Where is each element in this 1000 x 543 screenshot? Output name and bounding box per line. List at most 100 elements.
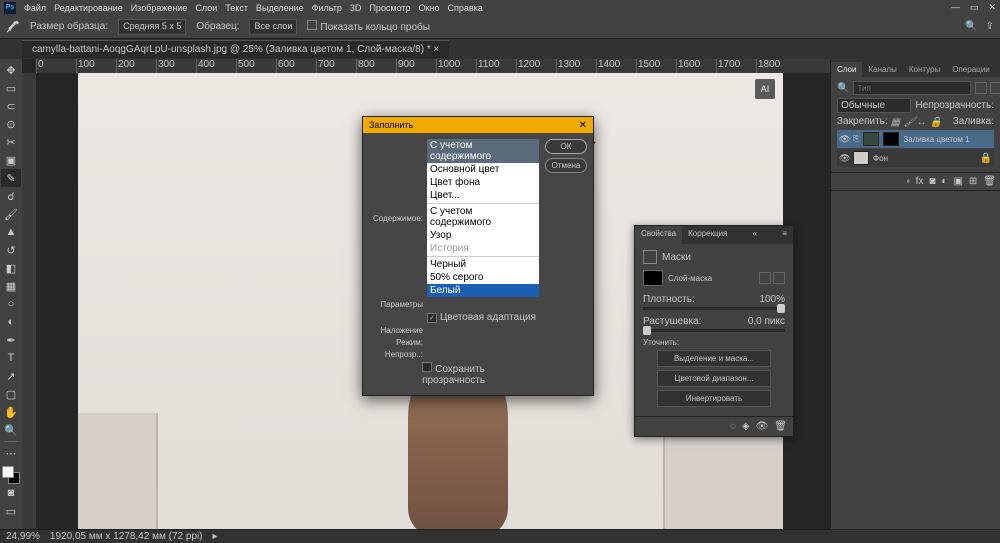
- layer-thumb[interactable]: [853, 151, 869, 165]
- adjustment-icon[interactable]: ◐: [941, 176, 947, 187]
- layer-thumb[interactable]: [863, 132, 879, 146]
- menu-text[interactable]: Текст: [225, 3, 248, 13]
- density-slider[interactable]: [643, 307, 785, 310]
- dropdown-option[interactable]: Черный: [427, 258, 539, 271]
- share-icon[interactable]: ⇪: [986, 21, 994, 32]
- layer-item[interactable]: 👁 ⎘ Заливка цветом 1: [837, 130, 994, 148]
- search-icon[interactable]: 🔍: [965, 21, 977, 32]
- quick-select-tool[interactable]: ⊙: [1, 115, 21, 133]
- heal-tool[interactable]: ☌: [1, 187, 21, 205]
- content-dropdown[interactable]: С учетом содержимого Основной цвет Цвет …: [427, 139, 539, 297]
- layer-item[interactable]: 👁 Фон 🔒: [837, 149, 994, 167]
- load-selection-icon[interactable]: ◌: [730, 421, 736, 432]
- tab-actions[interactable]: Операции: [946, 62, 995, 77]
- tab-layers[interactable]: Слои: [831, 62, 862, 77]
- lock-trans-icon[interactable]: ▦: [891, 117, 901, 127]
- tab-channels[interactable]: Каналы: [862, 62, 902, 77]
- eraser-tool[interactable]: ◧: [1, 259, 21, 277]
- tab-properties[interactable]: Свойства: [635, 226, 682, 244]
- feather-slider[interactable]: [643, 329, 785, 332]
- hand-tool[interactable]: ✋: [1, 403, 21, 421]
- delete-mask-icon[interactable]: 🗑: [774, 421, 787, 432]
- zoom-tool[interactable]: 🔍: [1, 421, 21, 439]
- dropdown-option[interactable]: Цвет фона: [427, 176, 539, 189]
- dropdown-option[interactable]: Цвет...: [427, 189, 539, 202]
- layer-name[interactable]: Заливка цветом 1: [903, 135, 969, 144]
- filter-adj-icon[interactable]: [990, 82, 1000, 94]
- pen-tool[interactable]: ✒: [1, 331, 21, 349]
- menu-layers[interactable]: Слои: [195, 3, 217, 13]
- dropdown-option-highlighted[interactable]: Белый: [427, 284, 539, 297]
- layer-name[interactable]: Фон: [873, 154, 888, 163]
- filter-pixel-icon[interactable]: [975, 82, 987, 94]
- lock-pos-icon[interactable]: ↔: [917, 117, 927, 127]
- layer-filter-input[interactable]: [853, 81, 971, 95]
- move-tool[interactable]: ✥: [1, 61, 21, 79]
- type-tool[interactable]: T: [1, 349, 21, 367]
- select-and-mask-button[interactable]: Выделение и маска...: [657, 350, 771, 367]
- ok-button[interactable]: ОК: [545, 139, 587, 154]
- cancel-button[interactable]: Отмена: [545, 158, 587, 173]
- dropdown-selected[interactable]: С учетом содержимого: [427, 139, 539, 163]
- show-ring-checkbox[interactable]: Показать кольцо пробы: [307, 20, 430, 33]
- group-icon[interactable]: ▣: [953, 176, 962, 187]
- sample-size-select[interactable]: Средняя 5 x 5: [118, 19, 186, 35]
- status-arrow-icon[interactable]: ▸: [213, 531, 218, 542]
- apply-mask-icon[interactable]: ◈: [742, 421, 750, 432]
- crop-tool[interactable]: ✂: [1, 133, 21, 151]
- lock-all-icon[interactable]: 🔒: [930, 117, 940, 127]
- feather-value[interactable]: 0,0 пикс: [748, 316, 785, 327]
- dropdown-option[interactable]: Основной цвет: [427, 163, 539, 176]
- color-range-button[interactable]: Цветовой диапазон...: [657, 370, 771, 387]
- panel-collapse-icon[interactable]: «: [747, 226, 763, 244]
- dodge-tool[interactable]: ◐: [1, 313, 21, 331]
- color-adapt-checkbox[interactable]: ✓Цветовая адаптация: [427, 312, 536, 323]
- vector-mask-icon[interactable]: [773, 272, 785, 284]
- menu-3d[interactable]: 3D: [350, 3, 362, 13]
- dialog-close-icon[interactable]: ✕: [579, 120, 587, 131]
- delete-icon[interactable]: 🗑: [983, 176, 996, 187]
- gradient-tool[interactable]: ▦: [1, 277, 21, 295]
- visibility-icon[interactable]: 👁: [839, 134, 849, 145]
- menu-file[interactable]: Файл: [24, 3, 46, 13]
- mask-icon[interactable]: ◙: [929, 176, 935, 187]
- link-layers-icon[interactable]: ⬫: [907, 176, 910, 187]
- mask-thumb[interactable]: [883, 132, 899, 146]
- disable-mask-icon[interactable]: 👁: [756, 421, 769, 432]
- history-brush-tool[interactable]: ↺: [1, 241, 21, 259]
- menu-edit[interactable]: Редактирование: [54, 3, 123, 13]
- dropdown-option[interactable]: С учетом содержимого: [427, 205, 539, 229]
- tab-history[interactable]: История: [996, 62, 1000, 77]
- window-restore-icon[interactable]: ▭: [970, 2, 979, 13]
- sample-select[interactable]: Все слои: [249, 19, 297, 35]
- eyedropper-tool[interactable]: ✎: [1, 169, 21, 187]
- tab-paths[interactable]: Контуры: [903, 62, 946, 77]
- menu-window[interactable]: Окно: [419, 3, 440, 13]
- marquee-tool[interactable]: ▭: [1, 79, 21, 97]
- lasso-tool[interactable]: ⊂: [1, 97, 21, 115]
- frame-tool[interactable]: ▣: [1, 151, 21, 169]
- filter-icon[interactable]: 🔍: [837, 83, 849, 94]
- blur-tool[interactable]: ○: [1, 295, 21, 313]
- invert-button[interactable]: Инвертировать: [657, 390, 771, 407]
- dropdown-option[interactable]: 50% серого: [427, 271, 539, 284]
- window-close-icon[interactable]: ✕: [988, 2, 996, 13]
- edit-toolbar[interactable]: ⋯: [1, 444, 21, 462]
- pixel-mask-icon[interactable]: [759, 272, 771, 284]
- dialog-titlebar[interactable]: Заполнить ✕: [363, 117, 593, 133]
- tab-adjustments[interactable]: Коррекция: [682, 226, 733, 244]
- mask-preview[interactable]: [643, 270, 663, 286]
- stamp-tool[interactable]: ▲: [1, 223, 21, 241]
- document-tab[interactable]: camylla-battani-AoqgGAqrLpU-unsplash.jpg…: [22, 40, 449, 58]
- menu-image[interactable]: Изображение: [131, 3, 188, 13]
- new-layer-icon[interactable]: ⊞: [969, 176, 977, 187]
- dropdown-option[interactable]: Узор: [427, 229, 539, 242]
- quick-mask-toggle[interactable]: ◙: [1, 484, 21, 502]
- panel-menu-icon[interactable]: ≡: [776, 226, 793, 244]
- blend-mode-select[interactable]: Обычные: [837, 98, 911, 113]
- menu-view[interactable]: Просмотр: [369, 3, 410, 13]
- path-tool[interactable]: ↗: [1, 367, 21, 385]
- screen-mode-toggle[interactable]: ▭: [1, 502, 21, 520]
- menu-filter[interactable]: Фильтр: [312, 3, 342, 13]
- color-swatches[interactable]: [2, 466, 20, 484]
